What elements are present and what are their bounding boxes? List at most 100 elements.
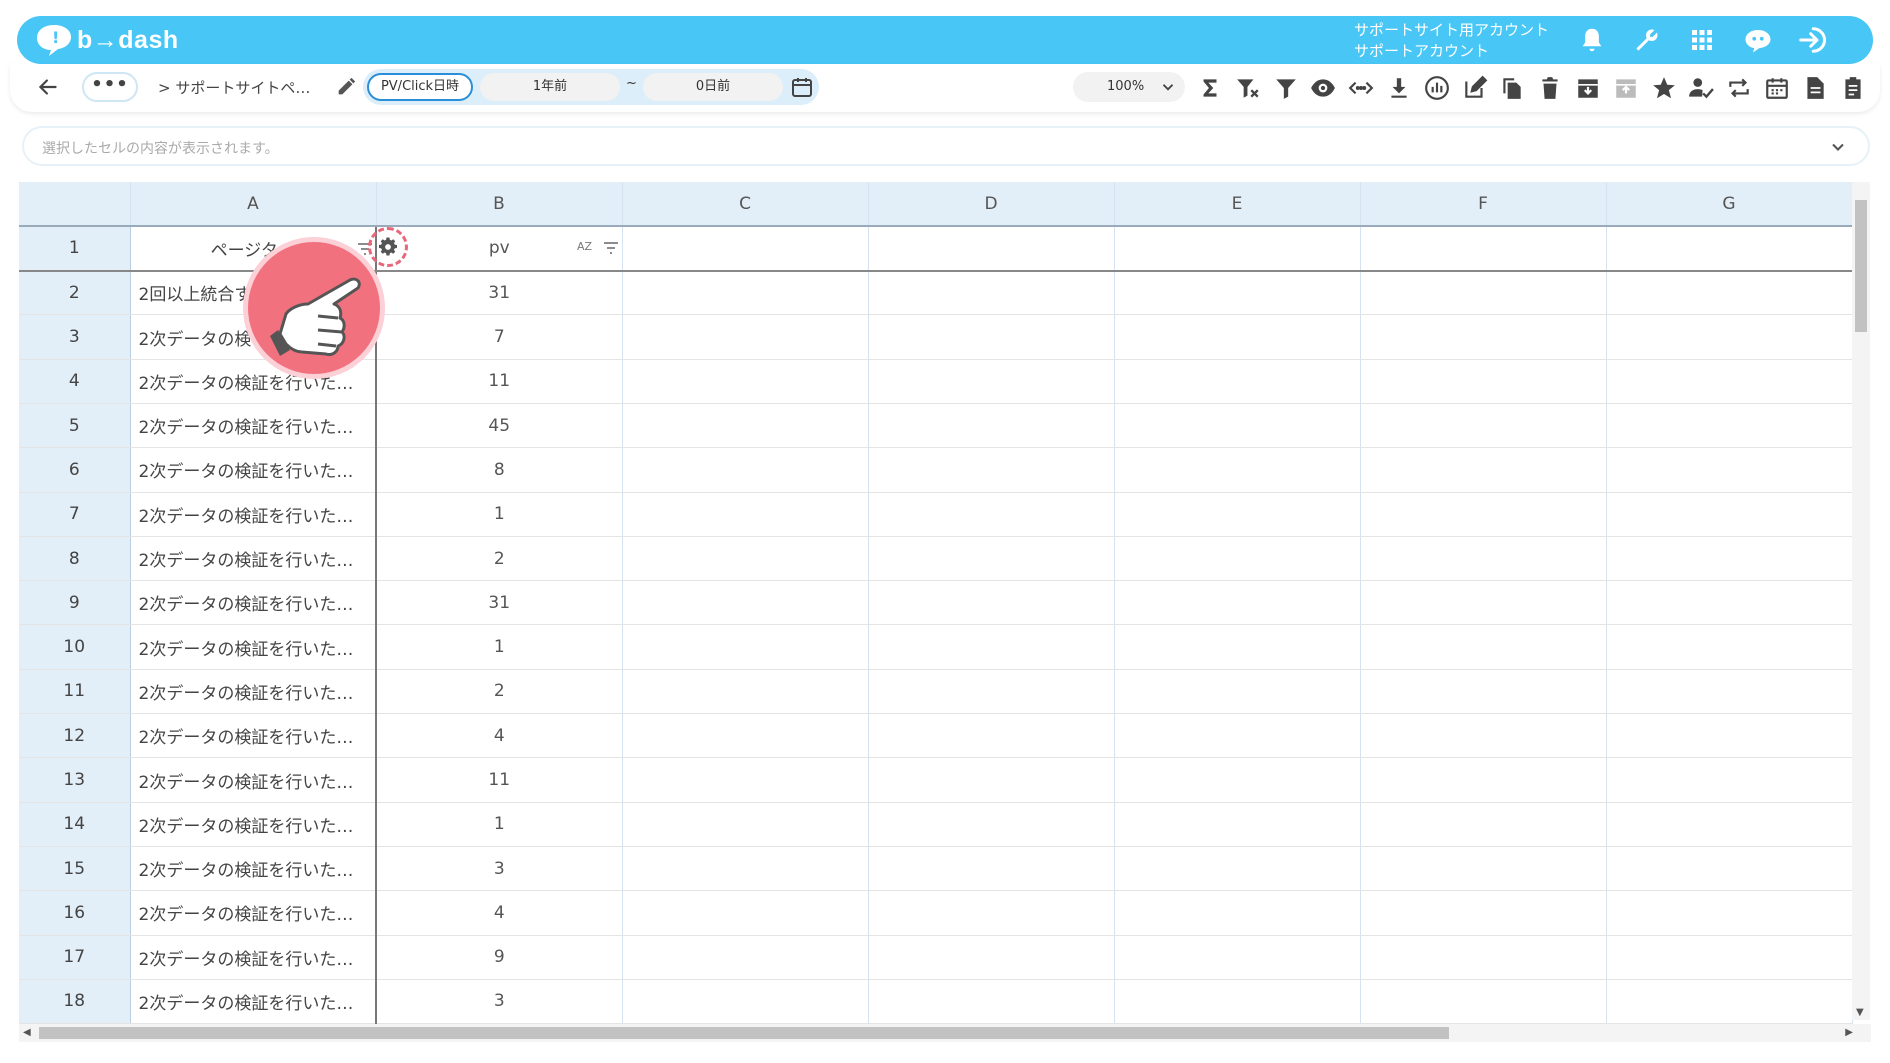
cell[interactable] (1360, 580, 1607, 626)
row-header[interactable]: 14 (19, 802, 131, 847)
cell[interactable] (622, 447, 869, 493)
cell-pv[interactable]: 1 (376, 624, 623, 670)
cell-pv[interactable]: 2 (376, 669, 623, 715)
filter-clear-icon[interactable] (1233, 73, 1263, 103)
row-header[interactable]: 13 (19, 757, 131, 803)
cell[interactable] (1606, 359, 1853, 404)
cell[interactable] (1606, 270, 1853, 316)
cell-page-title[interactable]: 2次データの検証を行いた… (130, 447, 377, 493)
cell[interactable] (622, 270, 869, 316)
cell[interactable] (1114, 846, 1361, 892)
row-header[interactable]: 4 (19, 359, 131, 404)
cell[interactable] (1360, 713, 1607, 759)
column-header-g[interactable]: G (1606, 182, 1853, 228)
cell-pv[interactable]: 4 (376, 713, 623, 759)
cell[interactable] (1360, 359, 1607, 404)
cell[interactable] (868, 492, 1115, 537)
cell[interactable] (868, 226, 1115, 272)
cell[interactable] (622, 890, 869, 936)
cell[interactable] (1606, 979, 1853, 1025)
edit-icon[interactable] (1460, 73, 1490, 103)
cell[interactable] (868, 979, 1115, 1025)
code-icon[interactable] (1346, 73, 1376, 103)
scroll-down-arrow-icon[interactable]: ▼ (1856, 1007, 1864, 1018)
cell[interactable] (622, 359, 869, 404)
horizontal-scroll-thumb[interactable] (39, 1027, 1449, 1039)
cell[interactable] (1114, 624, 1361, 670)
cell[interactable] (1114, 270, 1361, 316)
apps-grid-icon[interactable] (1687, 25, 1717, 55)
cell-content-bar[interactable]: 選択したセルの内容が表示されます。 (22, 126, 1870, 166)
logo[interactable]: ! b→dash (35, 24, 179, 56)
cell[interactable] (1114, 713, 1361, 759)
cell[interactable] (1114, 979, 1361, 1025)
copy-icon[interactable] (1497, 73, 1527, 103)
cell-pv[interactable]: 3 (376, 846, 623, 892)
cell-pv[interactable]: 11 (376, 757, 623, 803)
cell[interactable] (1360, 536, 1607, 582)
cell-page-title[interactable]: 2次データの検証を行いた… (130, 536, 377, 582)
cell[interactable] (1606, 624, 1853, 670)
cell-pv[interactable]: 1 (376, 802, 623, 847)
cell[interactable] (1606, 403, 1853, 449)
cell[interactable] (1114, 935, 1361, 980)
column-header-f[interactable]: F (1360, 182, 1607, 228)
row-header[interactable]: 18 (19, 979, 131, 1025)
more-button[interactable]: ••• (82, 72, 138, 102)
cell[interactable] (868, 757, 1115, 803)
cell[interactable] (1114, 757, 1361, 803)
back-arrow-icon[interactable] (35, 74, 61, 100)
cell[interactable] (1360, 757, 1607, 803)
cell[interactable] (1606, 713, 1853, 759)
column-header-d[interactable]: D (868, 182, 1115, 228)
cell[interactable] (622, 713, 869, 759)
cell[interactable] (1360, 890, 1607, 936)
cell-pv[interactable]: 8 (376, 447, 623, 493)
cell-page-title[interactable]: 2次データの検証を行いた… (130, 403, 377, 449)
cell[interactable] (622, 226, 869, 272)
cell-page-title[interactable]: 2次データの検証を行いた… (130, 669, 377, 715)
cell[interactable] (1114, 890, 1361, 936)
bell-icon[interactable] (1577, 25, 1607, 55)
date-mode-select[interactable]: PV/Click日時 (367, 73, 473, 101)
row-header[interactable]: 8 (19, 536, 131, 582)
cell[interactable] (1114, 492, 1361, 537)
cell[interactable] (1360, 624, 1607, 670)
cell[interactable] (1114, 802, 1361, 847)
gear-icon[interactable] (378, 237, 398, 257)
star-icon[interactable] (1649, 73, 1679, 103)
breadcrumb[interactable]: > サポートサイトペ… (158, 77, 310, 98)
cell-page-title[interactable]: 2次データの検証を行いた… (130, 979, 377, 1025)
cell-page-title[interactable]: 2次データの検証を行いた… (130, 580, 377, 626)
calendar-icon[interactable] (1762, 73, 1792, 103)
cell[interactable] (868, 890, 1115, 936)
grid-corner[interactable] (19, 182, 131, 228)
row-header[interactable]: 12 (19, 713, 131, 759)
scroll-right-arrow-icon[interactable]: ▶ (1845, 1027, 1853, 1038)
cell[interactable] (868, 935, 1115, 980)
cell[interactable] (1114, 314, 1361, 360)
chart-icon[interactable] (1422, 73, 1452, 103)
cell[interactable] (1114, 226, 1361, 272)
cell[interactable] (1360, 226, 1607, 272)
rename-pencil-icon[interactable] (335, 76, 357, 98)
document-icon[interactable] (1800, 73, 1830, 103)
cell[interactable] (1606, 492, 1853, 537)
cell[interactable] (1360, 935, 1607, 980)
cell[interactable] (868, 713, 1115, 759)
row-header[interactable]: 7 (19, 492, 131, 537)
row-header[interactable]: 15 (19, 846, 131, 892)
cell[interactable] (1360, 802, 1607, 847)
cell[interactable] (622, 669, 869, 715)
cell-pv[interactable]: 31 (376, 580, 623, 626)
cell-pv[interactable]: 45 (376, 403, 623, 449)
repeat-icon[interactable] (1724, 73, 1754, 103)
cell-page-title[interactable]: 2次データの検証を行いた… (130, 935, 377, 980)
cell[interactable] (868, 536, 1115, 582)
cell[interactable] (622, 935, 869, 980)
row-header[interactable]: 11 (19, 669, 131, 715)
row-header[interactable]: 1 (19, 226, 131, 272)
row-header[interactable]: 9 (19, 580, 131, 626)
cell-pv[interactable]: 9 (376, 935, 623, 980)
chat-bot-icon[interactable] (1743, 25, 1773, 55)
